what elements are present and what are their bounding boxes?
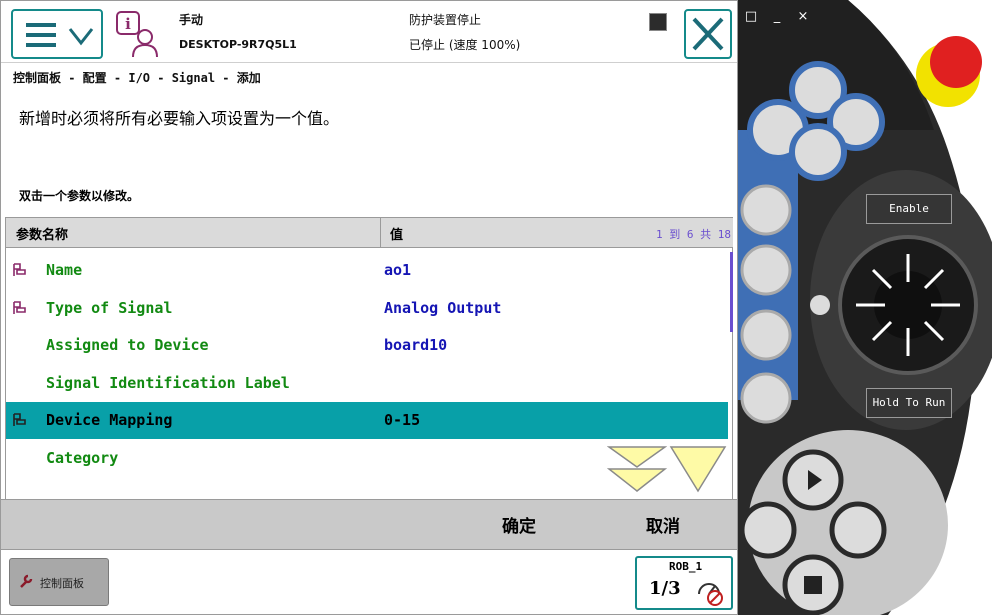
window-minimize-icon[interactable]: _ <box>770 10 784 24</box>
svg-text:i: i <box>125 15 131 33</box>
instruction-text: 新增时必须将所有必要输入项设置为一个值。 <box>19 109 340 128</box>
table-row[interactable]: Type of Signal Analog Output <box>6 290 728 327</box>
table-header: 参数名称 值 1 到 6 共 18 <box>6 218 733 248</box>
param-name: Assigned to Device <box>46 336 209 354</box>
event-log-icon[interactable] <box>649 13 667 31</box>
pendant-body <box>738 0 992 615</box>
close-icon <box>692 17 724 51</box>
param-value: 0-15 <box>384 411 421 429</box>
flexpendant-screen: i 手动 DESKTOP-9R7Q5L1 防护装置停止 已停止 (速度 100%… <box>0 0 738 615</box>
operating-mode: 手动 <box>179 13 204 27</box>
hint-text: 双击一个参数以修改。 <box>19 189 140 203</box>
breadcrumb: 控制面板 - 配置 - I/O - Signal - 添加 <box>13 71 261 85</box>
wrench-icon <box>20 574 33 588</box>
param-value: ao1 <box>384 261 412 279</box>
speed-override-icon <box>698 583 723 606</box>
param-value: Analog Output <box>384 298 502 317</box>
enable-button[interactable]: Enable <box>866 194 952 224</box>
param-name: Type of Signal <box>46 298 173 317</box>
pendant-hardware: □ _ × Enable Hold To Run <box>738 0 992 615</box>
close-button[interactable] <box>684 9 732 59</box>
taskbar-control-panel[interactable]: 控制面板 <box>9 558 109 606</box>
person-info-icon[interactable]: i <box>113 9 163 59</box>
table-row[interactable]: Assigned to Device board10 <box>6 327 728 364</box>
chevron-down-icon <box>68 28 94 46</box>
menu-icon <box>26 23 56 47</box>
param-value: board10 <box>384 336 448 354</box>
scroll-down-page-icon[interactable] <box>607 445 667 493</box>
param-name: Name <box>46 261 83 279</box>
run-state: 已停止 (速度 100%) <box>409 38 521 52</box>
scroll-down-icon[interactable] <box>669 445 727 493</box>
guard-status: 防护装置停止 <box>409 13 482 27</box>
required-param-icon <box>13 300 26 314</box>
window-close-icon[interactable]: × <box>796 10 810 24</box>
column-header-name: 参数名称 <box>16 228 69 243</box>
hold-to-run-button[interactable]: Hold To Run <box>866 388 952 418</box>
param-name: Signal Identification Label <box>46 373 290 392</box>
cancel-button[interactable]: 取消 <box>613 500 713 548</box>
page-range: 1 到 6 共 18 <box>656 228 731 241</box>
table-row[interactable]: Signal Identification Label <box>6 365 728 402</box>
confirm-button[interactable]: 确定 <box>469 500 569 548</box>
quickset-button[interactable]: ROB_1 1/3 <box>635 556 733 610</box>
action-bar: 确定 取消 <box>1 499 737 549</box>
controller-name: DESKTOP-9R7Q5L1 <box>179 38 297 51</box>
robot-name: ROB_1 <box>669 560 703 573</box>
status-bar: i 手动 DESKTOP-9R7Q5L1 防护装置停止 已停止 (速度 100%… <box>1 1 737 63</box>
column-header-value: 值 <box>390 228 404 243</box>
window-restore-icon[interactable]: □ <box>744 10 758 24</box>
param-name: Device Mapping <box>46 411 173 429</box>
required-param-icon <box>13 413 26 426</box>
column-divider <box>380 218 381 248</box>
taskbar-control-panel-label: 控制面板 <box>40 577 84 590</box>
task-bar: 控制面板 ROB_1 1/3 <box>1 549 737 614</box>
scrollbar[interactable] <box>730 252 733 332</box>
param-name: Category <box>46 448 119 467</box>
table-row[interactable]: Name ao1 <box>6 252 728 289</box>
task-fraction: 1/3 <box>649 578 681 599</box>
table-row[interactable]: Device Mapping 0-15 <box>6 402 728 439</box>
required-param-icon <box>13 263 26 276</box>
main-menu-button[interactable] <box>11 9 103 59</box>
